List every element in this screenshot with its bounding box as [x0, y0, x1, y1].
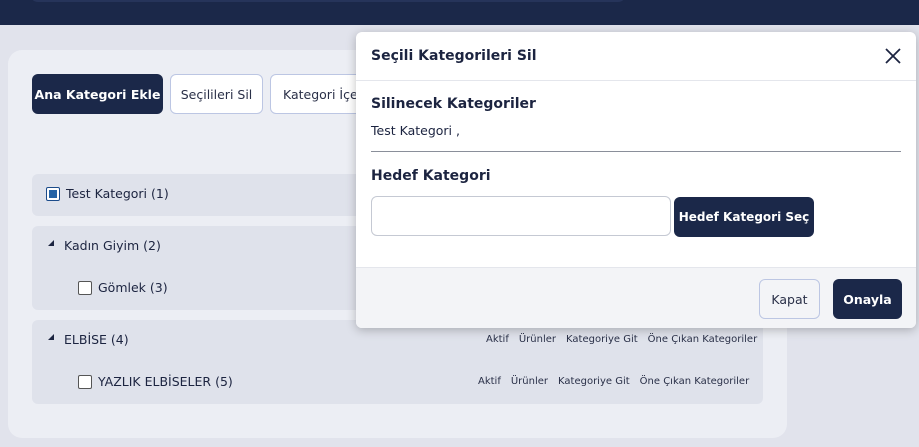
close-icon[interactable]: [882, 45, 904, 67]
active-link[interactable]: Aktif: [486, 334, 509, 345]
deleted-categories-value: Test Kategori ,: [371, 123, 460, 138]
category-item-yazlik-elbiseler[interactable]: YAZLIK ELBİSELER (5): [78, 374, 233, 389]
search-bar[interactable]: [30, 0, 626, 2]
category-item-elbise[interactable]: ELBİSE (4): [48, 332, 129, 347]
featured-categories-link[interactable]: Öne Çıkan Kategoriler: [648, 334, 758, 345]
confirm-button[interactable]: Onayla: [833, 279, 902, 319]
target-category-input[interactable]: [371, 196, 671, 236]
expand-caret-icon[interactable]: [48, 239, 54, 246]
category-checkbox[interactable]: [78, 280, 92, 295]
featured-categories-link[interactable]: Öne Çıkan Kategoriler: [640, 376, 750, 387]
select-target-category-button[interactable]: Hedef Kategori Seç: [674, 197, 814, 237]
category-group: [32, 320, 763, 404]
category-item-kadin-giyim[interactable]: Kadın Giyim (2): [48, 238, 161, 253]
category-label: Kadın Giyim (2): [64, 238, 161, 253]
modal-title: Seçili Kategorileri Sil: [371, 48, 537, 64]
category-item-gomlek[interactable]: Gömlek (3): [78, 280, 168, 295]
category-checkbox[interactable]: [78, 374, 92, 389]
active-link[interactable]: Aktif: [478, 376, 501, 387]
target-category-label: Hedef Kategori: [371, 168, 491, 184]
products-link[interactable]: Ürünler: [511, 376, 548, 387]
category-content-button[interactable]: Kategori İçer: [270, 74, 370, 114]
close-button[interactable]: Kapat: [759, 279, 820, 319]
category-item-test[interactable]: Test Kategori (1): [46, 186, 169, 201]
category-label: Test Kategori (1): [66, 186, 169, 201]
go-to-category-link[interactable]: Kategoriye Git: [558, 376, 630, 387]
category-label: Gömlek (3): [98, 280, 168, 295]
row-actions: Aktif Ürünler Kategoriye Git Öne Çıkan K…: [478, 376, 749, 387]
category-label: YAZLIK ELBİSELER (5): [98, 374, 233, 389]
expand-caret-icon[interactable]: [48, 333, 54, 340]
delete-categories-modal: Seçili Kategorileri Sil Silinecek Katego…: [356, 32, 916, 328]
deleted-categories-label: Silinecek Kategoriler: [371, 96, 536, 112]
modal-footer: Kapat Onayla: [356, 267, 916, 328]
category-checkbox[interactable]: [46, 186, 60, 201]
category-label: ELBİSE (4): [64, 332, 129, 347]
products-link[interactable]: Ürünler: [519, 334, 556, 345]
modal-header: Seçili Kategorileri Sil: [356, 32, 916, 81]
divider: [371, 151, 901, 152]
top-navbar: [0, 0, 919, 25]
add-main-category-button[interactable]: Ana Kategori Ekle: [32, 74, 163, 114]
delete-selected-button[interactable]: Seçilileri Sil: [170, 74, 263, 114]
go-to-category-link[interactable]: Kategoriye Git: [566, 334, 638, 345]
row-actions: Aktif Ürünler Kategoriye Git Öne Çıkan K…: [486, 334, 757, 345]
